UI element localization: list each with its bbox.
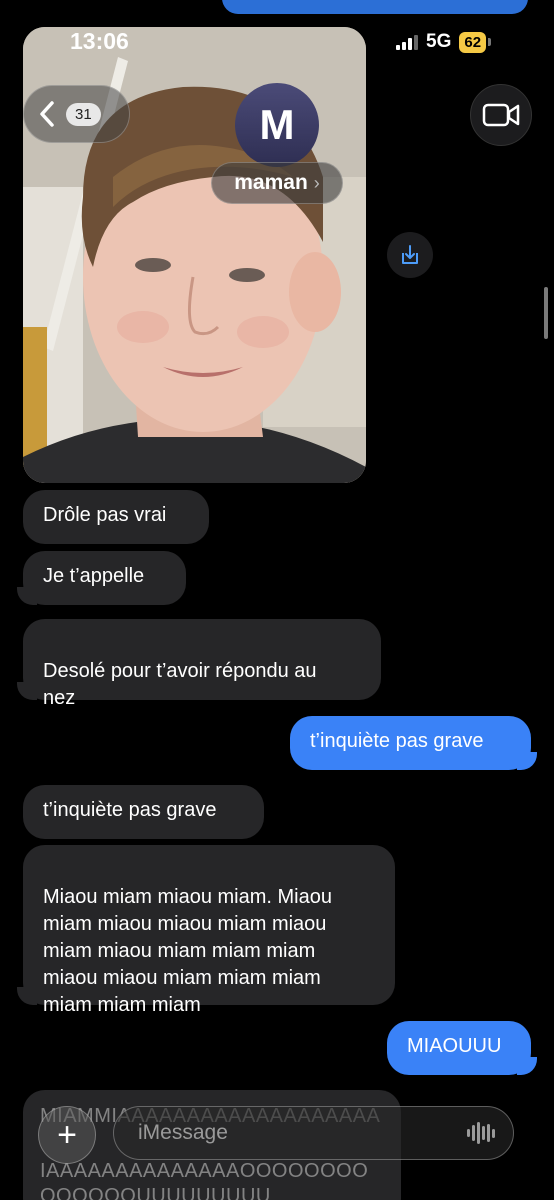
battery-icon: 62 (459, 31, 492, 53)
message-text: Desolé pour t’avoir répondu au nez (43, 660, 317, 709)
message-bubble-received[interactable]: Desolé pour t’avoir répondu au nez (17, 619, 381, 709)
battery-level: 62 (464, 33, 482, 51)
message-bubble-received[interactable]: Je t’appelle (17, 551, 186, 605)
message-bubble-received[interactable]: Drôle pas vrai (23, 490, 209, 544)
partial-message-line: OOOOOOUUUUUUUUU (40, 1185, 271, 1200)
network-label: 5G (426, 31, 452, 52)
video-camera-icon (482, 103, 520, 127)
contact-name-button[interactable]: maman › (211, 162, 343, 204)
messages-screen: 13:06 5G 62 31 M maman › Drôle pas vrai … (0, 0, 554, 1200)
message-bubble-received[interactable]: Miaou miam miaou miam. Miaou miam miaou … (17, 845, 395, 1016)
message-input[interactable]: iMessage (113, 1106, 514, 1160)
status-indicators: 5G 62 (396, 30, 492, 54)
download-icon (402, 245, 418, 264)
plus-icon: + (57, 1115, 77, 1154)
add-attachment-button[interactable]: + (38, 1106, 96, 1164)
message-text: t’inquiète pas grave (310, 730, 484, 752)
unread-count-badge: 31 (66, 102, 101, 126)
video-call-button[interactable] (470, 84, 532, 146)
message-text: MIAOUUU (407, 1035, 502, 1057)
previous-sent-bubble[interactable] (222, 0, 528, 14)
chevron-left-icon (40, 101, 54, 127)
message-bubble-sent[interactable]: t’inquiète pas grave (290, 716, 537, 770)
message-text: t’inquiète pas grave (43, 799, 217, 821)
chevron-right-icon: › (313, 172, 320, 193)
status-time: 13:06 (70, 28, 129, 54)
partial-message-line: IAAAAAAAAAAAAAAOOOOOOOO (40, 1160, 369, 1182)
message-input-placeholder: iMessage (138, 1121, 228, 1144)
contact-name: maman (234, 171, 308, 194)
message-text: Miaou miam miaou miam. Miaou miam miaou … (43, 886, 332, 1016)
message-bubble-sent[interactable]: MIAOUUU (387, 1021, 537, 1075)
signal-icon (396, 34, 418, 50)
message-text: Drôle pas vrai (43, 504, 167, 526)
contact-avatar[interactable]: M (235, 83, 319, 167)
scrollbar[interactable] (544, 287, 548, 339)
message-bubble-received[interactable]: t’inquiète pas grave (23, 785, 264, 839)
save-photo-button[interactable] (387, 232, 433, 278)
back-button[interactable]: 31 (23, 85, 130, 143)
message-text: Je t’appelle (43, 565, 145, 587)
audio-waveform-icon[interactable] (467, 1122, 495, 1144)
